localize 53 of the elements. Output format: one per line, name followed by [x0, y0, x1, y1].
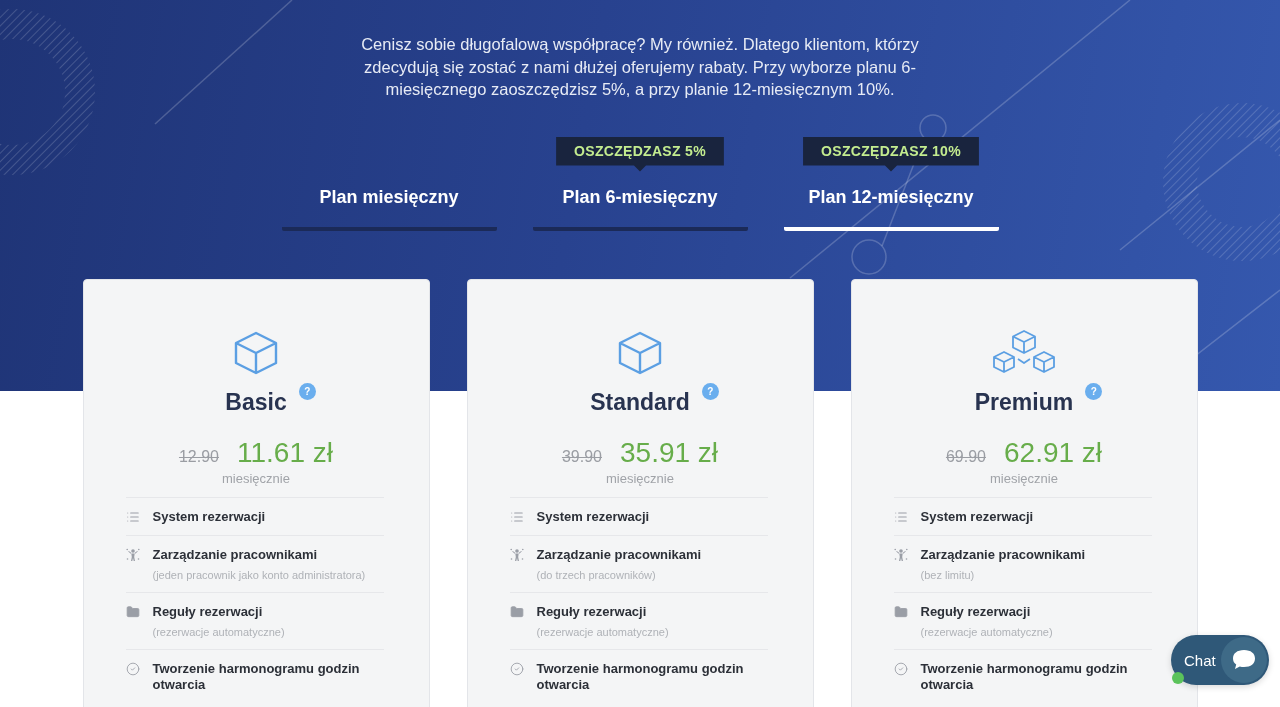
person-icon: [509, 547, 524, 562]
discount-badge: OSZCZĘDZASZ 10%: [803, 136, 979, 172]
price: 11.61 zł: [237, 436, 333, 469]
cube-icon: [618, 329, 662, 376]
folder-icon: [893, 604, 908, 619]
check-circle-icon: [125, 661, 140, 676]
check-circle-icon: [893, 661, 908, 676]
folder-icon: [125, 604, 140, 619]
plan-tab[interactable]: Plan miesięczny: [281, 173, 497, 231]
cube-icon: [234, 329, 278, 376]
feature-note: (do trzech pracowników): [536, 567, 657, 582]
plan-name: Standard: [590, 387, 690, 417]
feature-note: (rezerwacje automatyczne): [152, 624, 285, 639]
feature-title: Reguły rezerwacji: [920, 603, 1032, 620]
plan-name: Basic: [225, 387, 287, 417]
plan-name: Premium: [974, 387, 1074, 417]
price: 62.91 zł: [1004, 436, 1103, 469]
discount-badge: OSZCZĘDZASZ 5%: [556, 136, 724, 172]
person-icon: [893, 547, 908, 562]
old-price: 39.90: [561, 447, 602, 466]
feature-title: System rezerwacji: [920, 508, 1034, 525]
feature-title: System rezerwacji: [152, 508, 266, 525]
old-price: 12.90: [178, 447, 219, 466]
feature-title: Tworzenie harmonogramu godzin otwarcia: [536, 660, 745, 693]
feature-note: (bez limitu): [920, 567, 976, 582]
cubes-icon: [992, 329, 1056, 376]
intro-text: Cenisz sobie długofalową współpracę? My również. Dlatego klientom, którzy zdecydują się zostać z nami dłużej oferujemy rabaty. Przy wyborze planu 6-miesięcznego zaoszczędzisz 5%, a przy planie 12-miesięcznym 10%.: [360, 34, 920, 100]
period-label: miesięcznie: [606, 470, 674, 487]
feature-title: Reguły rezerwacji: [536, 603, 648, 620]
period-label: miesięcznie: [990, 470, 1058, 487]
check-circle-icon: [509, 661, 524, 676]
feature-title: Zarządzanie pracownikami: [920, 546, 1086, 563]
feature-title: Tworzenie harmonogramu godzin otwarcia: [152, 660, 361, 693]
plan-tab[interactable]: Plan 6-miesięczny: [532, 173, 748, 231]
feature-note: (rezerwacje automatyczne): [536, 624, 669, 639]
old-price: 69.90: [945, 447, 986, 466]
feature-note: (jeden pracownik jako konto administratora): [152, 567, 366, 582]
price: 35.91 zł: [620, 436, 719, 469]
list-icon: [509, 509, 524, 524]
chat-button[interactable]: Chat: [1171, 635, 1269, 685]
folder-icon: [509, 604, 524, 619]
feature-title: Zarządzanie pracownikami: [536, 546, 702, 563]
person-icon: [125, 547, 140, 562]
feature-note: (rezerwacje automatyczne): [920, 624, 1053, 639]
list-icon: [893, 509, 908, 524]
feature-title: Zarządzanie pracownikami: [152, 546, 319, 563]
feature-title: System rezerwacji: [536, 508, 650, 525]
feature-title: Reguły rezerwacji: [152, 603, 264, 620]
period-label: miesięcznie: [222, 470, 290, 487]
chat-bubble-icon: [1220, 637, 1267, 683]
feature-title: Tworzenie harmonogramu godzin otwarcia: [920, 660, 1129, 693]
plan-tab[interactable]: Plan 12-miesięczny: [783, 173, 999, 231]
list-icon: [125, 509, 140, 524]
